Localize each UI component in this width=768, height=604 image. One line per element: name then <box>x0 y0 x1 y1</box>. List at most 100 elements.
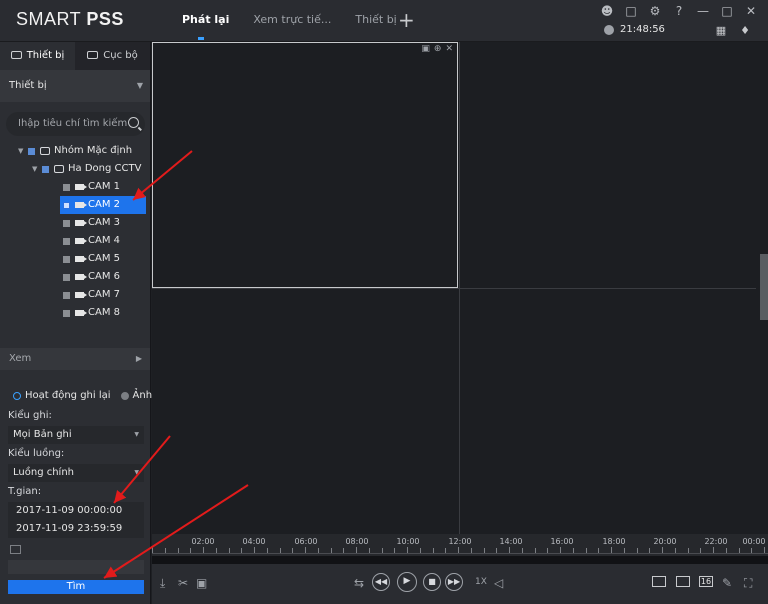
lock-icon[interactable]: □ <box>624 4 638 18</box>
camera-label: CAM 1 <box>88 181 120 192</box>
edit-icon[interactable]: ✎ <box>722 576 732 590</box>
tree-device[interactable]: ▼ Ha Dong CCTV <box>32 160 141 178</box>
tab-playback[interactable]: Phát lại <box>170 0 241 42</box>
user-icon[interactable]: ☻ <box>600 4 614 18</box>
add-tab-button[interactable]: + <box>398 8 415 32</box>
camera-checkbox[interactable] <box>63 183 70 191</box>
time-end-field[interactable]: 2017-11-09 23:59:59 <box>8 520 144 538</box>
volume-icon[interactable]: ◁ <box>494 576 503 590</box>
radio-record[interactable] <box>13 391 21 400</box>
timeline-tick <box>522 548 523 553</box>
layout-16-icon[interactable]: 16 <box>699 576 713 587</box>
stream-type-select[interactable]: Luồng chính ▼ <box>8 464 144 482</box>
play-icon[interactable]: ▶ <box>397 572 417 592</box>
camera-checkbox[interactable] <box>63 273 70 281</box>
time-start-field[interactable]: 2017-11-09 00:00:00 <box>8 502 144 520</box>
search-button[interactable]: Tìm <box>8 580 144 594</box>
timeline-label: 02:00 <box>191 537 215 546</box>
timeline-tick <box>292 548 293 553</box>
camera-checkbox[interactable] <box>63 309 70 317</box>
next-frame-icon[interactable]: ▶▶ <box>445 573 463 591</box>
device-dropdown[interactable]: Thiết bị ▼ <box>0 70 150 102</box>
title-bar: SMART PSS Phát lại Xem trực tiế... Thiết… <box>0 0 768 42</box>
camera-icon <box>75 292 87 298</box>
fullscreen-icon[interactable]: ⛶ <box>744 576 752 591</box>
camera-checkbox[interactable] <box>63 291 70 299</box>
tab-device-label: Thiết bị <box>26 50 65 61</box>
stop-icon[interactable]: ■ <box>423 573 441 591</box>
tab-local[interactable]: Cục bộ <box>75 42 150 70</box>
video-window-selected[interactable]: ▣ ⊕ ✕ <box>152 42 458 288</box>
camera-label: CAM 3 <box>88 217 120 228</box>
camera-label: CAM 2 <box>88 199 120 210</box>
camera-item-selected[interactable]: CAM 2 <box>60 196 146 214</box>
timeline-tick <box>241 548 242 553</box>
camera-item[interactable]: CAM 4 <box>60 232 146 250</box>
camera-checkbox[interactable] <box>63 255 70 263</box>
stream-type-value: Luồng chính <box>13 467 75 478</box>
timeline-tick <box>496 548 497 553</box>
help-icon[interactable]: ? <box>672 4 686 18</box>
rewind-icon[interactable]: ◀◀ <box>372 573 390 591</box>
video-grid: ▣ ⊕ ✕ <box>152 42 768 534</box>
camera-item[interactable]: CAM 6 <box>60 268 146 286</box>
camera-item[interactable]: CAM 8 <box>60 304 146 322</box>
timeline-tick <box>152 547 153 553</box>
timeline-tick <box>458 547 459 553</box>
view-section-header[interactable]: Xem ▶ <box>0 348 150 370</box>
timeline-tick <box>700 548 701 553</box>
timeline-tick <box>751 548 752 553</box>
layout-9-icon[interactable] <box>676 576 690 587</box>
zoom-icon[interactable]: ⊕ <box>434 44 442 54</box>
side-scroll-handle[interactable] <box>760 254 768 320</box>
radio-record-label: Hoạt động ghi lại <box>25 390 111 401</box>
speed-indicator[interactable]: 1X <box>475 577 487 587</box>
camera-item[interactable]: CAM 3 <box>60 214 146 232</box>
camera-item[interactable]: CAM 7 <box>60 286 146 304</box>
search-icon[interactable] <box>128 117 139 128</box>
clip-icon[interactable]: ✂ <box>178 576 188 590</box>
chevron-down-icon: ▼ <box>134 469 139 476</box>
timeline-tick <box>611 547 612 553</box>
timeline[interactable]: 02:00 04:00 06:00 08:00 10:00 12:00 14:0… <box>152 534 768 556</box>
calendar-icon[interactable] <box>10 545 21 554</box>
layout-4-icon[interactable] <box>652 576 666 587</box>
camera-checkbox-checked[interactable] <box>63 201 70 209</box>
gear-icon[interactable]: ⚙ <box>648 4 662 18</box>
camera-item[interactable]: CAM 1 <box>60 178 146 196</box>
camera-icon <box>75 184 87 190</box>
collapse-icon[interactable]: ▼ <box>32 160 42 178</box>
group-checkbox[interactable] <box>28 147 35 155</box>
camera-checkbox[interactable] <box>63 219 70 227</box>
camera-item[interactable]: CAM 5 <box>60 250 146 268</box>
time-range: 2017-11-09 00:00:00 2017-11-09 23:59:59 <box>8 502 144 538</box>
record-type-value: Mọi Bản ghi <box>13 429 72 440</box>
sync-icon[interactable]: ⇆ <box>354 576 364 590</box>
close-icon[interactable]: ✕ <box>744 4 758 18</box>
close-window-icon[interactable]: ✕ <box>445 44 453 54</box>
maximize-icon[interactable]: □ <box>720 4 734 18</box>
minimize-icon[interactable]: — <box>696 4 710 18</box>
tab-live-view[interactable]: Xem trực tiế... <box>241 0 343 42</box>
snapshot-icon[interactable]: ▣ <box>421 44 430 54</box>
chevron-down-icon: ▼ <box>134 431 139 438</box>
timeline-tick <box>433 548 434 553</box>
radio-image-label: Ảnh <box>132 390 153 401</box>
camera-checkbox[interactable] <box>63 237 70 245</box>
radio-image[interactable] <box>120 391 129 400</box>
tab-device-list[interactable]: Thiết bị <box>0 42 75 70</box>
collapse-icon[interactable]: ▼ <box>18 142 28 160</box>
clock: 21:48:56 <box>604 24 665 35</box>
timeline-label: 00:00 <box>742 537 766 546</box>
download-icon[interactable]: ⤓ <box>160 576 165 591</box>
snapshot-all-icon[interactable]: ▣ <box>196 576 207 590</box>
device-checkbox[interactable] <box>42 165 49 173</box>
timeline-label: 20:00 <box>653 537 677 546</box>
bell-icon[interactable]: ♦ <box>740 24 750 37</box>
chip-icon[interactable]: ▦ <box>716 24 726 37</box>
timeline-tick <box>637 548 638 553</box>
record-type-select[interactable]: Mọi Bản ghi ▼ <box>8 426 144 444</box>
timeline-tick <box>343 548 344 553</box>
tree-group-default[interactable]: ▼ Nhóm Mặc định <box>18 142 132 160</box>
search-input[interactable]: Ihập tiêu chí tìm kiếm <box>6 112 145 136</box>
